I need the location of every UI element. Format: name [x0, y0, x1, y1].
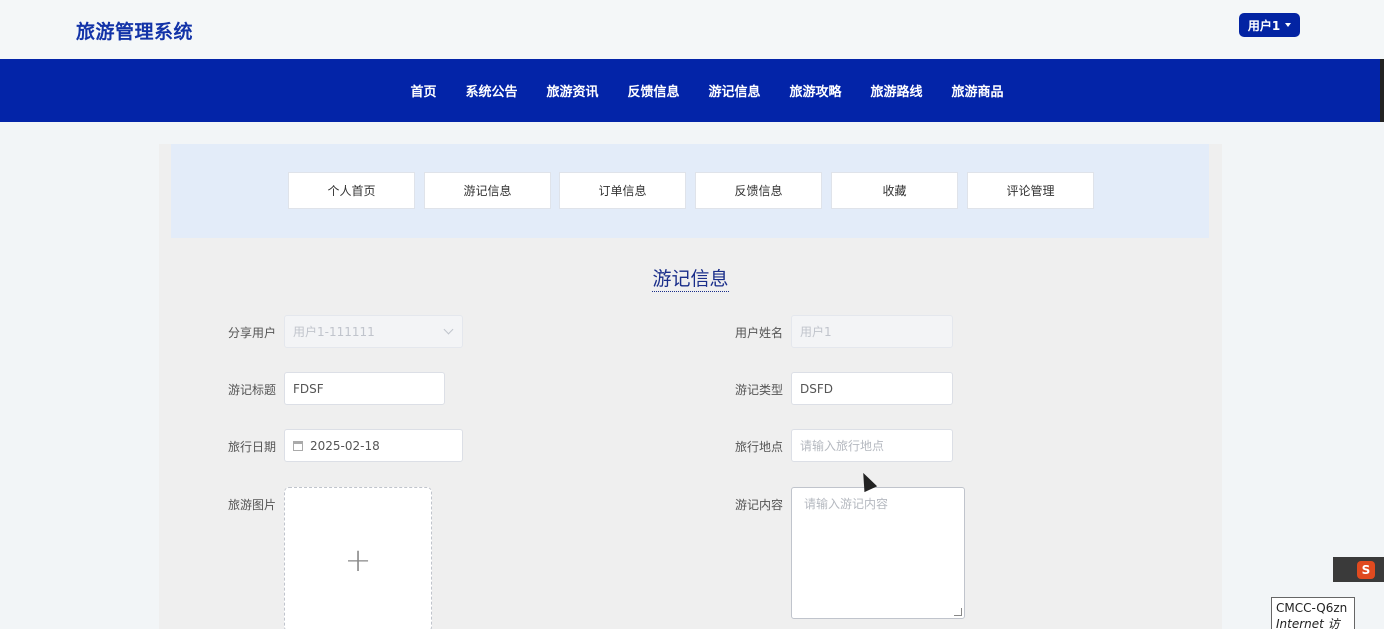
image-label: 旅游图片 [228, 498, 277, 512]
tab-travel-notes[interactable]: 游记信息 [424, 172, 551, 209]
chevron-down-icon [443, 324, 454, 335]
place-input[interactable]: 请输入旅行地点 [791, 429, 953, 462]
tab-profile[interactable]: 个人首页 [288, 172, 415, 209]
brand-title[interactable]: 旅游管理系统 [76, 17, 193, 44]
nav-item-home[interactable]: 首页 [380, 81, 436, 100]
content-panel: 个人首页 游记信息 订单信息 反馈信息 收藏 评论管理 游记信息 分享用户 用户… [159, 144, 1222, 629]
ime-toolbar[interactable]: S [1333, 557, 1384, 582]
tab-favorites[interactable]: 收藏 [831, 172, 958, 209]
network-name: CMCC-Q6zn [1276, 601, 1348, 615]
nav-item-guides[interactable]: 旅游攻略 [780, 81, 842, 100]
resize-handle-icon[interactable] [954, 608, 962, 616]
sogou-ime-icon[interactable]: S [1357, 560, 1375, 579]
scrollbar-edge [1380, 59, 1384, 122]
caret-down-icon [1285, 23, 1292, 27]
form-title: 游记信息 [159, 264, 1222, 292]
content-label: 游记内容 [735, 498, 784, 512]
plus-icon: + [344, 540, 372, 579]
top-header: 旅游管理系统 用户1 [0, 0, 1384, 59]
share-user-value: 用户1-111111 [293, 325, 375, 339]
user-name-label: 用户姓名 [735, 326, 784, 340]
tab-orders[interactable]: 订单信息 [559, 172, 686, 209]
title-input[interactable]: FDSF [284, 372, 445, 405]
nav-item-travel-notes[interactable]: 游记信息 [699, 81, 761, 100]
nav-item-routes[interactable]: 旅游路线 [861, 81, 923, 100]
date-label: 旅行日期 [228, 440, 277, 454]
date-value: 2025-02-18 [310, 438, 380, 453]
tab-comments[interactable]: 评论管理 [967, 172, 1094, 209]
nav-item-news[interactable]: 旅游资讯 [536, 81, 598, 100]
content-placeholder: 请输入游记内容 [804, 497, 889, 511]
type-label: 游记类型 [735, 383, 784, 397]
user-center-tabs: 个人首页 游记信息 订单信息 反馈信息 收藏 评论管理 [171, 144, 1209, 238]
network-tooltip: CMCC-Q6zn Internet 访问 [1271, 597, 1355, 629]
user-name-field: 用户1 [791, 315, 953, 348]
type-input[interactable]: DSFD [791, 372, 953, 405]
image-upload[interactable]: + [284, 487, 432, 629]
nav-item-products[interactable]: 旅游商品 [942, 81, 1004, 100]
content-textarea[interactable]: 请输入游记内容 [791, 487, 965, 619]
share-user-label: 分享用户 [228, 326, 277, 340]
user-menu-button[interactable]: 用户1 [1239, 13, 1300, 37]
nav-item-announcements[interactable]: 系统公告 [455, 81, 517, 100]
tab-feedback[interactable]: 反馈信息 [695, 172, 822, 209]
nav-item-feedback[interactable]: 反馈信息 [617, 81, 679, 100]
form-title-text: 游记信息 [652, 268, 729, 292]
title-label: 游记标题 [228, 383, 277, 397]
place-label: 旅行地点 [735, 440, 784, 454]
date-picker[interactable]: 2025-02-18 [284, 429, 463, 462]
network-status: Internet 访问 [1276, 617, 1340, 629]
share-user-select: 用户1-111111 [284, 315, 463, 348]
calendar-icon [293, 440, 303, 451]
main-nav: 首页 系统公告 旅游资讯 反馈信息 游记信息 旅游攻略 旅游路线 旅游商品 [0, 59, 1384, 122]
user-menu-label: 用户1 [1247, 18, 1281, 33]
